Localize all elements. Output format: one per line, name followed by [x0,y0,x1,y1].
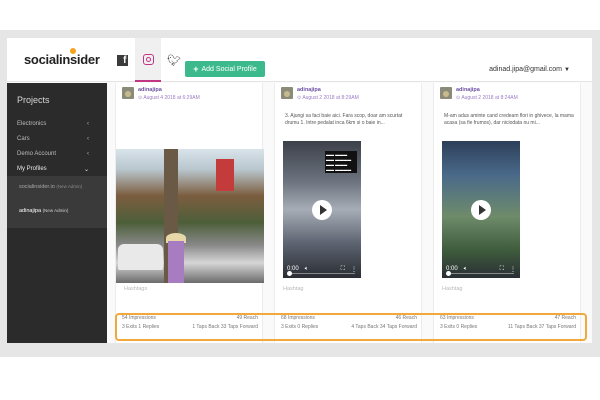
sidebar: Projects Electronics ‹ Cars ‹ Demo Accou… [7,83,107,343]
story-card: adinajipa ⊙ August 2 2018 at 8:29AM 3. A… [274,83,422,343]
sidebar-item-electronics[interactable]: Electronics ‹ [17,121,103,127]
twitter-icon: 🐦︎ [167,54,181,67]
sidebar-title: Projects [17,95,50,105]
tab-facebook[interactable]: f [109,38,135,82]
chevron-down-icon: ⌄ [83,167,89,173]
video-overlay-text: ▬▬ ▬▬▬ ▬▬ ▬▬▬▬ ▬▬ ▬▬▬ ▬▬ ▬▬▬▬ [325,151,357,173]
chevron-left-icon: ‹ [87,121,89,127]
avatar[interactable] [281,87,293,99]
tab-twitter[interactable]: 🐦︎ [161,38,187,82]
chevron-left-icon: ‹ [87,136,89,142]
image-car [118,244,163,270]
volume-icon[interactable]: 🔈︎ [305,266,309,273]
card-header: adinajipa ⊙ August 2 2018 at 8:24AM [440,87,580,107]
post-date: ⊙ August 2 2018 at 8:29AM [297,95,359,101]
fullscreen-icon[interactable]: ⛶ [341,266,345,273]
profile-label: socialinsider.io [19,184,55,190]
hashtags-label: Hashtags [124,286,148,292]
post-date-text: August 2 2018 at 8:29AM [302,95,359,101]
tab-instagram[interactable] [135,38,161,82]
post-date: ⊙ August 2 2018 at 8:24AM [456,95,518,101]
story-image[interactable] [116,149,264,283]
facebook-icon: f [116,54,128,66]
stats-highlight-box [115,313,587,341]
app-window: socialinsider f 🐦︎ + Add Social Profile … [7,38,592,343]
avatar[interactable] [122,87,134,99]
logo-dot-icon [70,48,76,54]
image-person [168,241,184,283]
video-progress[interactable] [287,271,355,275]
card-header: adinajipa ⊙ August 2 2018 at 8:29AM [281,87,421,107]
add-social-profile-label: Add Social Profile [201,65,257,73]
video-progress[interactable] [446,271,514,275]
plus-icon: + [193,64,199,74]
profiles-submenu: socialinsider.io (New Admin) adinajipa (… [7,176,107,228]
story-caption: 3. Ajungi sa faci baie aici. Fara scop, … [285,113,403,126]
avatar[interactable] [440,87,452,99]
image-sign [216,159,234,191]
video-controls: 0:00 🔈︎ ⛶ ⋮ [283,260,361,278]
story-video[interactable]: ▬▬ ▬▬▬ ▬▬ ▬▬▬▬ ▬▬ ▬▬▬ ▬▬ ▬▬▬▬ 0:00 🔈︎ ⛶ … [283,141,361,278]
sidebar-profile-socialinsider[interactable]: socialinsider.io (New Admin) [19,184,82,190]
story-caption: M-am adus aminte cand credeam flori in g… [444,113,574,126]
hashtags-label: Hashtag [283,286,304,292]
volume-icon[interactable]: 🔈︎ [464,266,468,273]
sidebar-item-label: My Profiles [17,166,47,172]
instagram-icon [142,53,154,65]
card-header: adinajipa ⊙ August 4 2018 at 6:29AM [122,87,262,107]
play-icon[interactable] [312,199,332,220]
chevron-left-icon: ‹ [87,151,89,157]
post-date-text: August 4 2018 at 6:29AM [143,95,200,101]
more-icon[interactable]: ⋮ [510,266,516,273]
play-icon[interactable] [471,199,491,220]
profile-tag: (New Admin) [56,184,83,189]
video-controls: 0:00 🔈︎ ⛶ ⋮ [442,260,520,278]
hashtags-label: Hashtag [442,286,463,292]
user-email[interactable]: adinad.jipa@gmail.com [489,66,562,73]
chevron-down-icon[interactable]: ▼ [564,67,570,73]
logo-text: socialinsider [24,52,100,67]
post-date: ⊙ August 4 2018 at 6:29AM [138,95,200,101]
story-video[interactable]: 0:00 🔈︎ ⛶ ⋮ [442,141,520,278]
username[interactable]: adinajipa [138,87,162,93]
more-icon[interactable]: ⋮ [351,266,357,273]
sidebar-item-label: Electronics [17,121,47,127]
fullscreen-icon[interactable]: ⛶ [500,266,504,273]
username[interactable]: adinajipa [297,87,321,93]
socialinsider-logo[interactable]: socialinsider [24,48,100,67]
profile-tag: (New Admin) [42,208,69,213]
sidebar-profile-adinajipa[interactable]: adinajipa (New Admin) [19,208,68,214]
profile-label: adinajipa [19,208,42,214]
add-social-profile-button[interactable]: + Add Social Profile [185,61,265,77]
top-header: socialinsider f 🐦︎ + Add Social Profile … [7,38,592,82]
sidebar-item-my-profiles[interactable]: My Profiles ⌄ [17,166,103,173]
story-card: adinajipa ⊙ August 4 2018 at 6:29AM Hash… [115,83,264,343]
username[interactable]: adinajipa [456,87,480,93]
post-date-text: August 2 2018 at 8:24AM [461,95,518,101]
sidebar-item-label: Cars [17,136,30,142]
story-card: adinajipa ⊙ August 2 2018 at 8:24AM M-am… [433,83,581,343]
sidebar-item-label: Demo Account [17,151,57,157]
sidebar-item-cars[interactable]: Cars ‹ [17,136,103,142]
screenshot-frame: socialinsider f 🐦︎ + Add Social Profile … [0,30,600,357]
sidebar-item-demo-account[interactable]: Demo Account ‹ [17,151,103,157]
